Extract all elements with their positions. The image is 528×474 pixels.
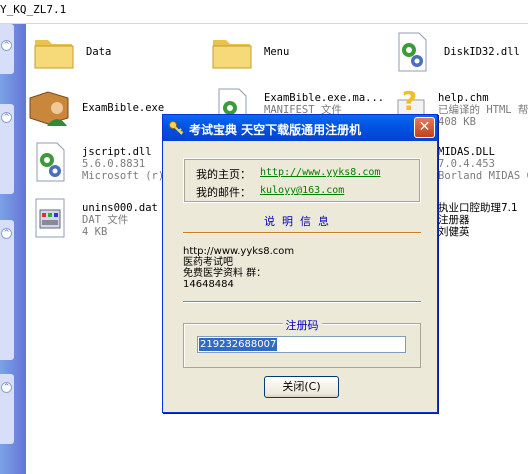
contact-box: 我的主页： http://www.yyks8.com 我的邮件： kuloyy@… [183, 158, 421, 203]
file-type: 已编译的 HTML 帮 [438, 104, 528, 116]
keygen-dialog: 考试宝典 天空下载版通用注册机 ✕ 我的主页： http://www.yyks8… [162, 114, 438, 413]
window-path: Y_KQ_ZL7.1 [0, 3, 67, 16]
file-item[interactable]: DiskID32.dll [390, 30, 528, 78]
file-name: MIDAS.DLL [438, 146, 495, 158]
file-name: ExamBible.exe.ma... [264, 92, 385, 104]
file-name: Menu [264, 46, 290, 58]
registration-code-field[interactable]: 219232688007 [197, 336, 406, 353]
file-item[interactable]: Menu [210, 30, 350, 78]
task-group-2[interactable]: ^ [0, 104, 14, 194]
divider [183, 301, 421, 303]
file-name: jscript.dll [82, 146, 152, 158]
homepage-label: 我的主页： [196, 168, 251, 181]
email-label: 我的邮件： [196, 186, 251, 199]
file-name: Data [86, 46, 112, 58]
file-description: 注册器 [438, 214, 470, 226]
task-pane: ^ ^ ^ ^ [0, 24, 26, 474]
file-author: 刘健英 [438, 226, 470, 238]
file-item[interactable]: unins000.dat DAT 文件 4 KB [28, 196, 168, 244]
email-link[interactable]: kuloyy@163.com [260, 185, 344, 196]
file-company: Microsoft (r) [82, 170, 165, 182]
dialog-title: 考试宝典 天空下载版通用注册机 [189, 123, 362, 137]
file-company: Borland MIDAS C [438, 170, 528, 182]
info-section-title: 说明信息 [264, 215, 336, 228]
task-group-3[interactable]: ^ [0, 220, 14, 360]
chevron-up-icon[interactable]: ^ [1, 40, 12, 51]
dat-file-icon [35, 198, 65, 238]
folder-icon [34, 40, 74, 69]
task-group-1[interactable]: ^ [0, 24, 14, 74]
divider [183, 232, 421, 234]
file-type: DAT 文件 [82, 214, 129, 226]
file-name: ExamBible.exe [82, 102, 165, 114]
task-group-4[interactable]: ^ [0, 374, 14, 444]
file-name: unins000.dat [82, 202, 158, 214]
dialog-titlebar[interactable]: 考试宝典 天空下载版通用注册机 ✕ [163, 115, 437, 141]
registration-code-value[interactable]: 219232688007 [199, 338, 278, 351]
window-titlebar: Y_KQ_ZL7.1 [0, 0, 528, 24]
chevron-up-icon[interactable]: ^ [1, 382, 12, 393]
file-size: 408 KB [438, 116, 476, 128]
svg-text:?: ? [402, 87, 417, 117]
registration-caption: 注册码 [282, 319, 322, 332]
file-item[interactable]: ExamBible.exe [28, 86, 168, 134]
keys-icon [169, 121, 184, 135]
file-version: 5.6.0.8831 [82, 158, 146, 170]
file-item[interactable]: Data [32, 30, 172, 78]
file-size: 4 KB [82, 226, 108, 238]
file-name: DiskID32.dll [444, 46, 520, 58]
info-text: http://www.yyks8.com 医药考试吧 免费医学资料 群： 146… [183, 246, 295, 290]
chevron-up-icon[interactable]: ^ [1, 112, 12, 123]
dll-gear-icon [36, 142, 65, 182]
folder-icon [212, 40, 252, 69]
close-button[interactable]: 关闭(C) [264, 376, 339, 398]
app-person-icon [29, 91, 69, 126]
file-name: 执业口腔助理7.1 [438, 202, 518, 214]
file-version: 7.0.4.453 [438, 158, 495, 170]
file-name: help.chm [438, 92, 489, 104]
homepage-link[interactable]: http://www.yyks8.com [260, 167, 380, 178]
chevron-up-icon[interactable]: ^ [1, 228, 12, 239]
close-icon[interactable]: ✕ [414, 117, 435, 138]
file-item[interactable]: jscript.dll 5.6.0.8831 Microsoft (r) [28, 140, 168, 188]
registration-group: 注册码 219232688007 [183, 319, 421, 368]
dll-gear-icon [398, 32, 427, 72]
